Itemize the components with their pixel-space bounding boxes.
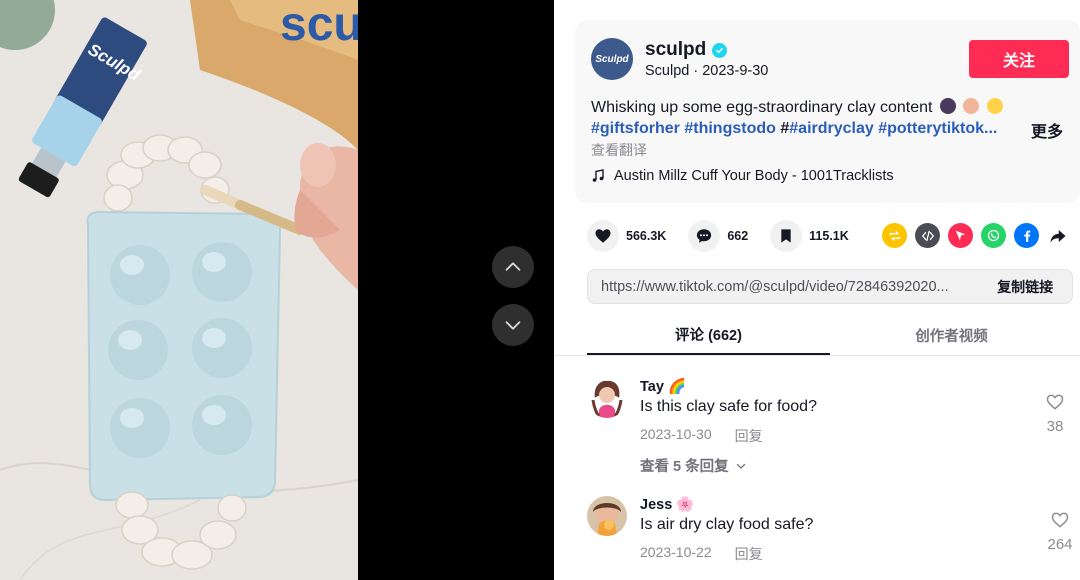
hashtag-link[interactable]: #airdryclay [789,120,874,137]
next-video-button[interactable] [492,304,534,346]
comment-date: 2023-10-22 [640,544,712,560]
embed-icon[interactable] [915,223,940,248]
magnifier-emoji-icon [939,98,956,114]
comment-icon [688,220,721,252]
more-button[interactable]: 更多 [1031,118,1063,142]
like-count: 566.3K [626,229,667,243]
like-button[interactable]: 566.3K [587,220,666,252]
view-replies-button[interactable]: 查看 5 条回复 [640,455,747,476]
hashtag-prefix: # [780,120,790,137]
commenter-avatar[interactable] [587,496,627,536]
author-username[interactable]: sculpd [645,39,728,61]
author-avatar[interactable]: Sculpd [591,38,633,80]
chevron-down-icon [505,321,521,330]
action-row: 566.3K 662 115.1K [587,218,871,254]
hashtag-link[interactable]: #potterytiktok... [878,120,997,137]
post-date: 2023-9-30 [702,63,769,79]
facebook-icon[interactable] [1014,223,1039,248]
display-name: Sculpd [645,63,690,79]
comment-button[interactable]: 662 [688,220,748,252]
video-player[interactable]: scu Sculpd [0,0,358,580]
description-text: Whisking up some egg-straordinary clay c… [591,99,933,116]
video-backdrop [358,0,554,580]
comment-meta: 2023-10-22 回复 [640,544,763,564]
author-subline: Sculpd · 2023-9-30 [645,63,768,79]
translate-link[interactable]: 查看翻译 [591,140,647,160]
send-icon[interactable] [948,223,973,248]
chevron-up-icon [505,262,521,271]
share-arrow-icon[interactable] [1047,223,1069,248]
previous-video-button[interactable] [492,246,534,288]
comment-count: 662 [727,229,749,243]
video-frame: scu Sculpd [0,0,358,580]
reply-button[interactable]: 回复 [735,544,763,564]
post-info-card: Sculpd sculpd Sculpd · 2023-9-30 关注 Whis… [575,20,1080,203]
heart-outline-icon [1046,394,1064,410]
comment-text: Is air dry clay food safe? [640,516,814,533]
copy-link-button[interactable]: 复制链接 [978,270,1072,303]
chevron-down-icon [736,463,745,469]
comment-item: Tay 🌈 Is this clay safe for food? 2023-1… [587,378,1080,486]
music-title: Austin Millz Cuff Your Body - 1001Trackl… [614,168,894,184]
hashtag-line: #giftsforher #thingstodo ##airdryclay #p… [591,118,1061,140]
post-description: Whisking up some egg-straordinary clay c… [591,97,1061,119]
comment-item: Jess 🌸 Is air dry clay food safe? 2023-1… [587,496,1080,580]
panel-tabs: 评论 (662) 创作者视频 [554,316,1080,356]
tab-comments[interactable]: 评论 (662) [587,316,830,355]
detail-panel: Sculpd sculpd Sculpd · 2023-9-30 关注 Whis… [554,0,1080,580]
comment-like-button[interactable]: 38 [1040,392,1070,435]
comment-like-count: 264 [1047,536,1073,553]
comment-date: 2023-10-30 [640,426,712,442]
commenter-name[interactable]: Tay 🌈 [640,378,686,395]
sparkles-emoji-icon [986,98,1003,114]
view-replies-label: 查看 5 条回复 [640,459,729,475]
follow-button[interactable]: 关注 [969,40,1069,78]
heart-hands-emoji-icon [963,98,980,114]
save-count: 115.1K [809,229,849,243]
bag-logo: scu [280,0,358,51]
tab-creator-videos[interactable]: 创作者视频 [830,316,1073,355]
comment-like-count: 38 [1046,418,1064,435]
comment-meta: 2023-10-30 回复 [640,426,763,446]
music-note-icon [592,169,604,182]
username-text: sculpd [645,39,707,60]
repost-icon[interactable] [882,223,907,248]
comment-text: Is this clay safe for food? [640,398,817,415]
save-button[interactable]: 115.1K [770,220,849,252]
share-link-box: https://www.tiktok.com/@sculpd/video/728… [587,269,1073,304]
separator: · [689,63,703,79]
comment-like-button[interactable]: 264 [1040,510,1080,553]
whatsapp-icon[interactable] [981,223,1006,248]
reply-button[interactable]: 回复 [735,426,763,446]
heart-icon [587,220,619,252]
commenter-avatar[interactable] [587,378,627,418]
hashtag-link[interactable]: #giftsforher [591,120,680,137]
commenter-name[interactable]: Jess 🌸 [640,496,694,513]
share-url[interactable]: https://www.tiktok.com/@sculpd/video/728… [588,279,978,295]
share-row [882,223,1069,248]
music-link[interactable]: Austin Millz Cuff Your Body - 1001Trackl… [591,168,894,184]
bookmark-icon [770,220,803,252]
hashtag-link[interactable]: #thingstodo [684,120,776,137]
heart-outline-icon [1051,512,1069,528]
verified-icon [712,42,728,58]
